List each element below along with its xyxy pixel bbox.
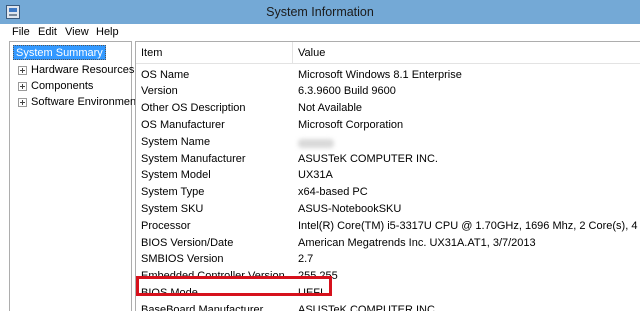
item-cell: BaseBoard Manufacturer <box>141 303 264 311</box>
value-cell: ASUSTeK COMPUTER INC. <box>298 303 438 311</box>
table-row[interactable]: OS Name Microsoft Windows 8.1 Enterprise <box>136 67 640 84</box>
item-cell: System SKU <box>141 203 204 215</box>
value-cell: x64-based PC <box>298 186 368 199</box>
item-cell: Other OS Description <box>141 102 246 115</box>
table-row[interactable]: System Manufacturer ASUSTeK COMPUTER INC… <box>136 151 640 168</box>
item-cell: BIOS Version/Date <box>141 236 234 249</box>
item-cell: SMBIOS Version <box>141 253 224 266</box>
column-header-item[interactable]: Item <box>136 42 293 64</box>
tree-item-components[interactable]: Components <box>10 78 130 94</box>
redacted-blur <box>298 139 334 149</box>
table-row[interactable]: Other OS Description Not Available <box>136 100 640 117</box>
details-table: Item Value OS Name Microsoft Windows 8.1… <box>135 41 640 311</box>
tree-item-label: Components <box>31 80 94 92</box>
menu-bar: File Edit View Help <box>0 24 640 40</box>
title-bar[interactable]: System Information <box>0 0 640 24</box>
table-row[interactable]: System SKU ASUS-NotebookSKU <box>136 201 640 218</box>
table-row[interactable]: System Model UX31A <box>136 167 640 184</box>
menu-edit[interactable]: Edit <box>38 25 57 40</box>
value-cell-redacted <box>298 134 334 151</box>
item-cell: Version <box>141 85 178 98</box>
table-row[interactable]: Version 6.3.9600 Build 9600 <box>136 83 640 100</box>
menu-file[interactable]: File <box>12 25 30 40</box>
table-row[interactable]: BIOS Version/Date American Megatrends In… <box>136 235 640 252</box>
table-row[interactable]: OS Manufacturer Microsoft Corporation <box>136 117 640 134</box>
expand-plus-icon[interactable] <box>18 82 27 91</box>
column-header-value[interactable]: Value <box>293 42 640 64</box>
expand-plus-icon[interactable] <box>18 66 27 75</box>
value-cell: Not Available <box>298 102 363 115</box>
bios-mode-highlight <box>136 276 332 296</box>
item-cell: Processor <box>141 219 191 232</box>
menu-help[interactable]: Help <box>96 25 119 40</box>
navigation-tree[interactable]: System Summary Hardware Resources Compon… <box>9 41 139 311</box>
value-cell: Microsoft Corporation <box>298 119 404 131</box>
item-cell: System Name <box>141 135 211 148</box>
value-cell: ASUS-NotebookSKU <box>298 203 402 215</box>
item-cell: System Manufacturer <box>141 152 246 165</box>
tree-item-label: Hardware Resources <box>31 64 135 76</box>
value-cell: Microsoft Windows 8.1 Enterprise <box>298 68 462 81</box>
value-cell: Intel(R) Core(TM) i5-3317U CPU @ 1.70GHz… <box>298 219 640 232</box>
table-row[interactable]: SMBIOS Version 2.7 <box>136 251 640 268</box>
value-cell: ASUSTeK COMPUTER INC. <box>298 152 438 165</box>
tree-item-label: Software Environment <box>31 96 140 108</box>
item-cell: OS Manufacturer <box>141 119 225 131</box>
table-row[interactable]: System Name <box>136 134 640 151</box>
tree-item-hardware-resources[interactable]: Hardware Resources <box>10 62 134 78</box>
table-row[interactable]: BaseBoard Manufacturer ASUSTeK COMPUTER … <box>136 302 640 311</box>
table-row[interactable]: Processor Intel(R) Core(TM) i5-3317U CPU… <box>136 218 640 235</box>
table-row[interactable]: System Type x64-based PC <box>136 184 640 201</box>
tree-item-system-summary[interactable]: System Summary <box>13 45 106 60</box>
value-cell: American Megatrends Inc. UX31A.AT1, 3/7/… <box>298 236 536 249</box>
item-cell: OS Name <box>141 68 190 81</box>
tree-item-software-environment[interactable]: Software Environment <box>10 94 139 110</box>
item-cell: System Type <box>141 186 205 199</box>
window-title: System Information <box>266 5 374 19</box>
value-cell: UX31A <box>298 169 333 182</box>
menu-view[interactable]: View <box>65 25 89 40</box>
expand-plus-icon[interactable] <box>18 98 27 107</box>
value-cell: 6.3.9600 Build 9600 <box>298 85 396 98</box>
value-cell: 2.7 <box>298 253 314 266</box>
item-cell: System Model <box>141 169 211 182</box>
